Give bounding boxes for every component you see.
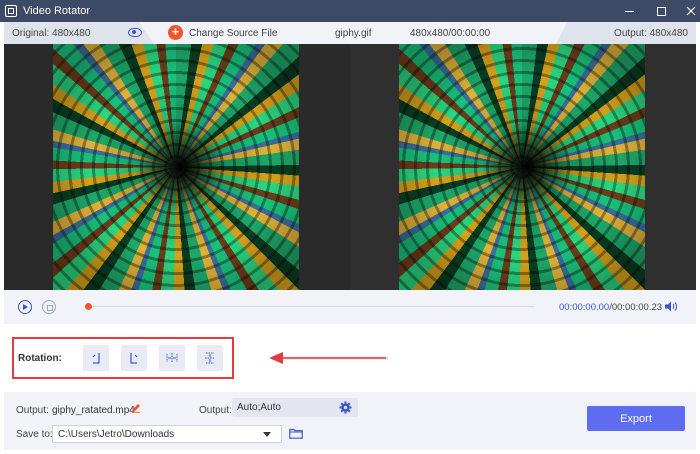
change-source-file-button[interactable]: Change Source File [189, 28, 277, 39]
original-size-label: Original: 480x480 [12, 28, 91, 39]
stop-button[interactable] [42, 300, 56, 314]
rotate-left-button[interactable] [83, 345, 109, 371]
rotation-label: Rotation: [18, 353, 62, 364]
output-preview-image [399, 44, 645, 290]
playback-bar: 00:00:00.00/00:00:00.23 [4, 290, 696, 324]
rotate-right-icon [130, 353, 138, 364]
minimize-button[interactable] [614, 0, 644, 22]
folder-icon[interactable] [289, 428, 303, 439]
chevron-down-icon[interactable] [263, 432, 271, 437]
rotate-right-button[interactable] [121, 345, 147, 371]
play-button[interactable] [18, 300, 32, 314]
info-bar: Original: 480x480 + Change Source File g… [4, 22, 696, 44]
output-format-label: Output: [199, 405, 232, 416]
edit-icon[interactable] [131, 403, 141, 413]
save-path-field[interactable]: C:\Users\Jetro\Downloads [52, 425, 282, 443]
flip-horizontal-button[interactable] [159, 345, 185, 371]
close-icon [686, 6, 696, 16]
add-icon[interactable]: + [168, 25, 183, 40]
time-display: 00:00:00.00/00:00:00.23 [559, 302, 662, 313]
window-title: Video Rotator [23, 5, 91, 17]
output-size-label: Output: 480x480 [614, 28, 688, 39]
minimize-icon [624, 10, 634, 12]
volume-icon[interactable] [664, 301, 678, 312]
flip-vertical-icon [205, 352, 215, 364]
save-to-label: Save to: [16, 429, 53, 440]
eye-icon[interactable] [128, 28, 142, 37]
output-file-label: Output: [16, 405, 49, 416]
flip-horizontal-icon [166, 353, 178, 363]
original-preview-image [53, 44, 299, 290]
preview-area [4, 44, 696, 290]
total-time: 00:00:00.23 [611, 302, 663, 313]
output-filename: giphy_ratated.mp4 [52, 405, 135, 416]
source-filename: giphy.gif [335, 28, 372, 39]
title-bar: Video Rotator [0, 0, 700, 22]
rotate-left-icon [92, 353, 100, 364]
export-button[interactable]: Export [587, 406, 685, 431]
close-button[interactable] [676, 0, 700, 22]
progress-knob[interactable] [85, 303, 92, 310]
app-icon [5, 5, 17, 17]
current-time: 00:00:00.00 [559, 302, 610, 313]
maximize-icon [656, 6, 666, 16]
annotation-arrow [269, 352, 388, 364]
source-file-info: 480x480/00:00:00 [410, 28, 491, 39]
progress-track[interactable] [88, 306, 534, 307]
flip-vertical-button[interactable] [197, 345, 223, 371]
gear-icon[interactable] [339, 401, 352, 414]
maximize-button[interactable] [646, 0, 676, 22]
